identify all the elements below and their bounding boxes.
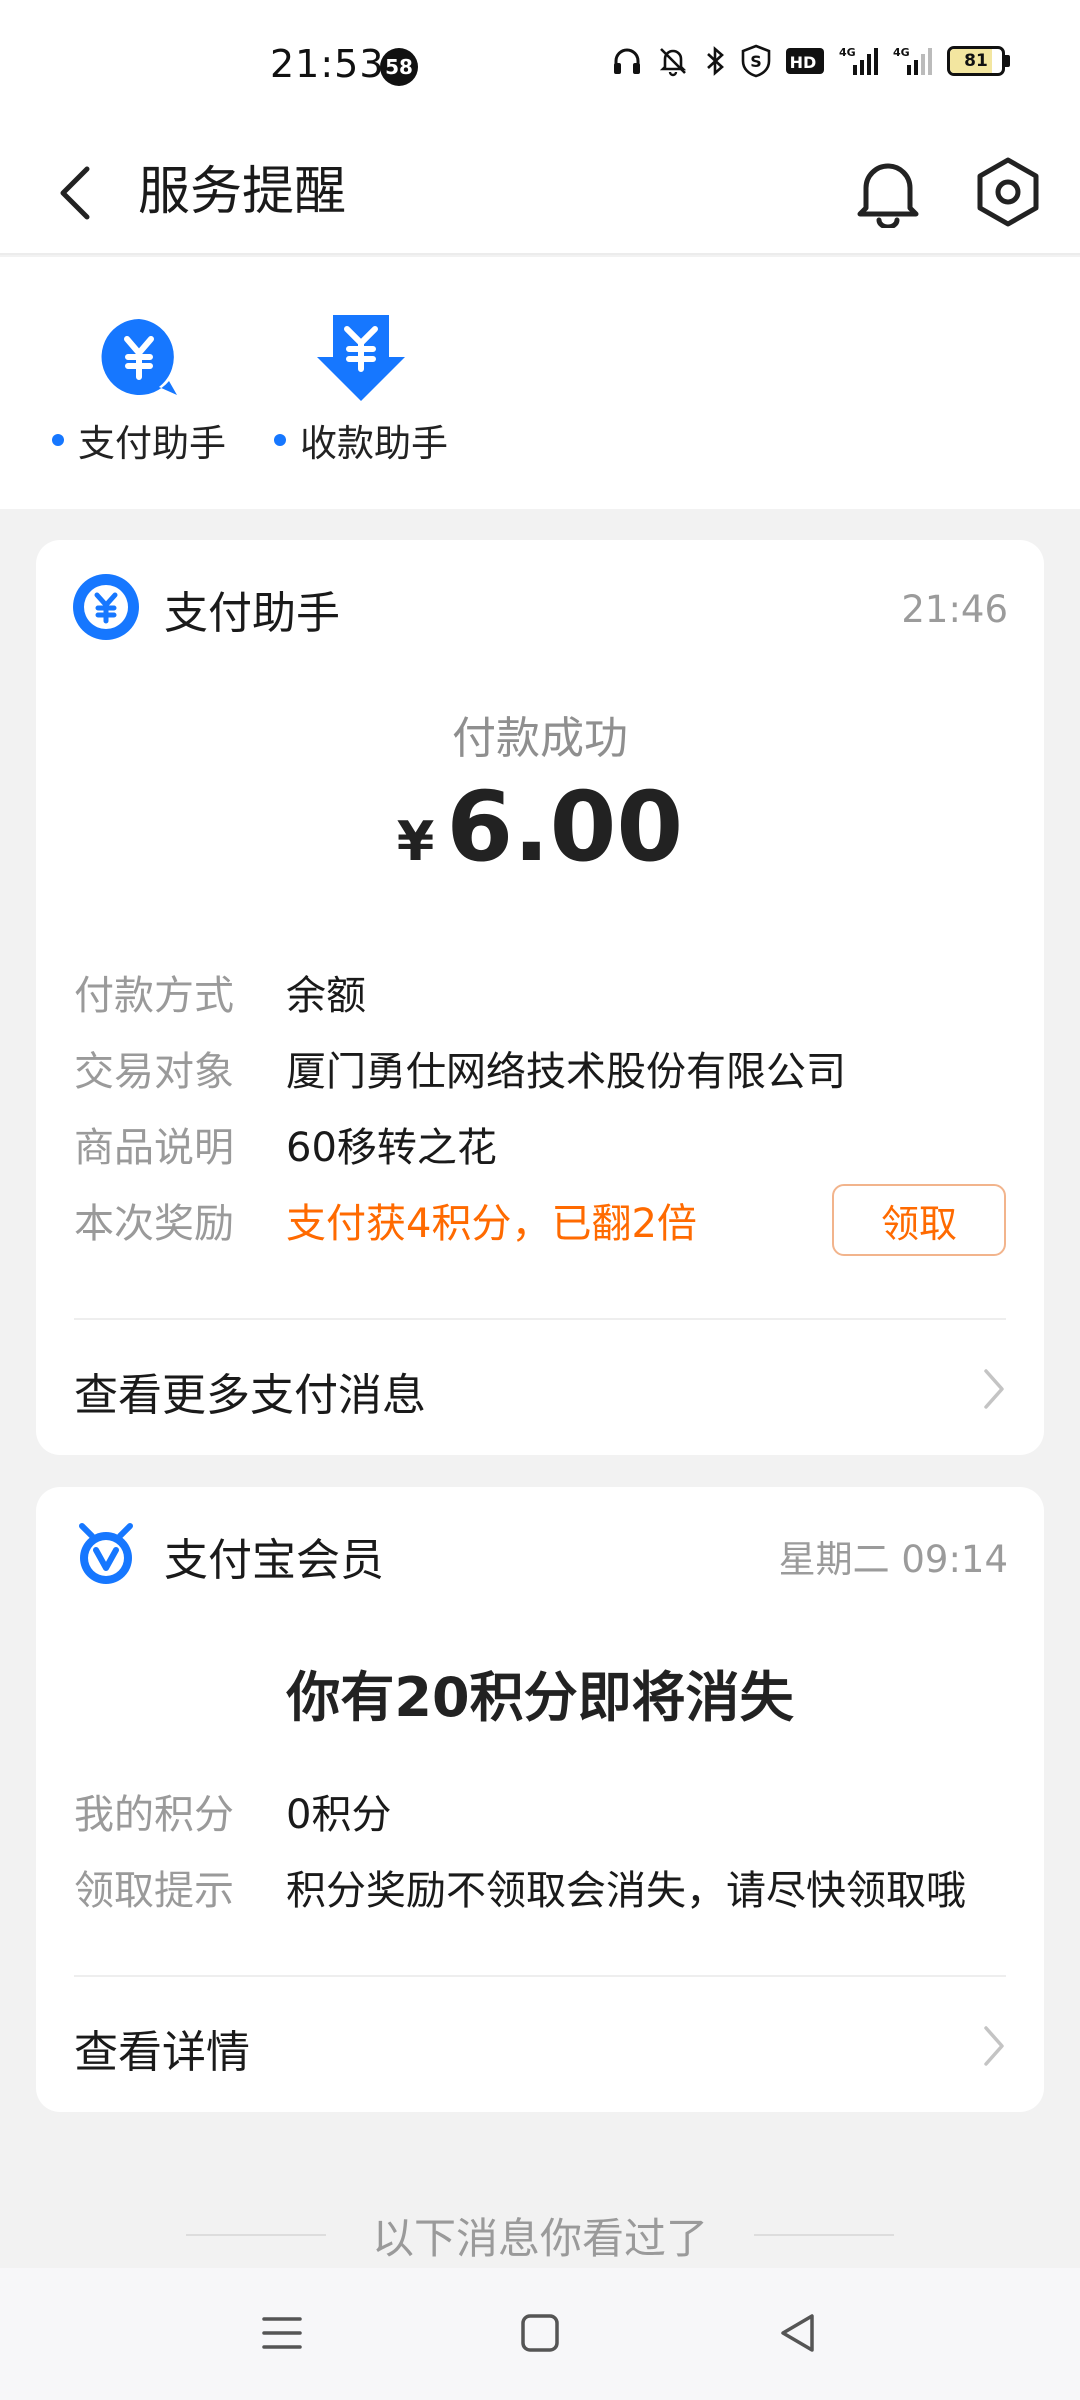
seen-messages-label: 以下消息你看过了 bbox=[371, 2213, 708, 2263]
claim-reward-button[interactable]: 领取 bbox=[832, 1184, 1006, 1256]
back-triangle-icon bbox=[781, 2314, 814, 2352]
header: 服务提醒 bbox=[0, 130, 1080, 255]
gear-icon bbox=[977, 157, 1039, 227]
shortcut-collection-assistant[interactable]: 收款助手 bbox=[274, 307, 448, 467]
points-headline: 你有20积分即将消失 bbox=[286, 1666, 794, 1729]
signal-icon-2: 4G bbox=[893, 45, 933, 77]
card-header: 支付宝会员 星期二 09:14 bbox=[72, 1521, 1008, 1591]
card-sender: 支付宝会员 bbox=[164, 1535, 384, 1586]
shield-icon: S bbox=[741, 44, 771, 78]
bluetooth-icon bbox=[703, 45, 727, 77]
status-time: 21:53 bbox=[270, 42, 385, 86]
shortcut-label: 收款助手 bbox=[300, 422, 448, 465]
card-time: 星期二 09:14 bbox=[778, 1538, 1008, 1581]
home-button[interactable] bbox=[500, 2298, 580, 2368]
shortcut-payment-assistant[interactable]: 支付助手 bbox=[52, 307, 226, 467]
view-details-label: 查看详情 bbox=[74, 2027, 250, 2078]
payment-amount-line: ¥ 6.00 bbox=[36, 772, 1044, 882]
svg-text:4G: 4G bbox=[893, 46, 910, 59]
svg-text:4G: 4G bbox=[839, 46, 856, 59]
member-message-card[interactable]: 支付宝会员 星期二 09:14 你有20积分即将消失 我的积分 0积分 领取提示… bbox=[36, 1487, 1044, 2112]
card-time: 21:46 bbox=[901, 587, 1008, 631]
battery-level: 81 bbox=[964, 51, 988, 71]
payment-assistant-icon bbox=[72, 573, 140, 645]
detail-row: 交易对象 厦门勇仕网络技术股份有限公司 bbox=[74, 1036, 1006, 1100]
payment-message-card[interactable]: 支付助手 21:46 付款成功 ¥ 6.00 付款方式 余额 交易对象 厦门勇仕… bbox=[36, 540, 1044, 1455]
battery-icon: 81 bbox=[947, 46, 1010, 76]
page-title: 服务提醒 bbox=[138, 162, 347, 222]
detail-value: 60移转之花 bbox=[286, 1125, 497, 1171]
yuan-chat-icon bbox=[97, 307, 181, 407]
bell-icon bbox=[857, 163, 919, 228]
svg-text:HD: HD bbox=[790, 53, 817, 72]
detail-row: 我的积分 0积分 bbox=[74, 1779, 1006, 1843]
system-navigation-bar bbox=[0, 2268, 1080, 2400]
assistant-shortcuts: 支付助手 收款助手 bbox=[0, 257, 1080, 509]
alipay-member-icon bbox=[72, 1520, 140, 1592]
detail-key: 我的积分 bbox=[74, 1792, 234, 1838]
notification-settings-button[interactable] bbox=[848, 150, 928, 234]
divider bbox=[74, 1975, 1006, 1977]
card-sender: 支付助手 bbox=[164, 588, 340, 639]
detail-row: 商品说明 60移转之花 bbox=[74, 1112, 1006, 1176]
notification-count-badge: 58 bbox=[380, 48, 418, 86]
payment-status: 付款成功 bbox=[452, 713, 628, 764]
detail-key: 领取提示 bbox=[74, 1868, 234, 1914]
card-header: 支付助手 21:46 bbox=[72, 574, 1008, 644]
yuan-download-icon bbox=[315, 307, 407, 407]
home-square-icon bbox=[521, 2314, 559, 2352]
settings-button[interactable] bbox=[966, 150, 1050, 234]
unread-dot bbox=[52, 434, 64, 446]
back-button[interactable] bbox=[40, 158, 110, 228]
view-more-label: 查看更多支付消息 bbox=[74, 1370, 426, 1421]
payment-amount: 6.00 bbox=[446, 771, 684, 883]
menu-icon bbox=[262, 2317, 302, 2349]
signal-icon: 4G bbox=[839, 45, 879, 77]
svg-text:S: S bbox=[750, 52, 762, 71]
seen-messages-separator: 以下消息你看过了 bbox=[0, 2205, 1080, 2265]
detail-value: 余额 bbox=[286, 973, 366, 1019]
menu-button[interactable] bbox=[242, 2298, 322, 2368]
detail-key: 商品说明 bbox=[74, 1125, 234, 1171]
detail-value: 积分奖励不领取会消失，请尽快领取哦 bbox=[286, 1868, 966, 1914]
hd-icon: HD bbox=[785, 46, 825, 76]
status-icons: S HD 4G 4G 81 bbox=[611, 44, 1010, 78]
back-nav-button[interactable] bbox=[758, 2298, 838, 2368]
back-arrow-icon bbox=[60, 166, 90, 220]
headphones-icon bbox=[611, 45, 643, 77]
unread-dot bbox=[274, 434, 286, 446]
detail-row: 付款方式 余额 bbox=[74, 960, 1006, 1024]
chevron-right-icon bbox=[982, 2024, 1006, 2072]
detail-value: 0积分 bbox=[286, 1792, 392, 1838]
divider bbox=[185, 2234, 326, 2236]
chevron-right-icon bbox=[982, 1367, 1006, 1415]
detail-key: 本次奖励 bbox=[74, 1201, 234, 1247]
status-bar: 21:53 58 S HD 4G 4G 81 bbox=[0, 0, 1080, 130]
bell-muted-icon bbox=[657, 45, 689, 77]
detail-key: 付款方式 bbox=[74, 973, 234, 1019]
detail-row: 领取提示 积分奖励不领取会消失，请尽快领取哦 bbox=[74, 1855, 1006, 1919]
view-more-payment-messages-link[interactable]: 查看更多支付消息 bbox=[74, 1336, 1006, 1446]
view-details-link[interactable]: 查看详情 bbox=[74, 1993, 1006, 2103]
divider bbox=[74, 1318, 1006, 1320]
shortcut-label: 支付助手 bbox=[78, 422, 226, 465]
reward-row: 本次奖励 支付获4积分，已翻2倍 领取 bbox=[74, 1180, 1006, 1260]
detail-key: 交易对象 bbox=[74, 1049, 234, 1095]
divider bbox=[754, 2234, 894, 2236]
currency-symbol: ¥ bbox=[396, 810, 435, 873]
reward-value: 支付获4积分，已翻2倍 bbox=[286, 1201, 697, 1247]
detail-value: 厦门勇仕网络技术股份有限公司 bbox=[286, 1049, 846, 1095]
